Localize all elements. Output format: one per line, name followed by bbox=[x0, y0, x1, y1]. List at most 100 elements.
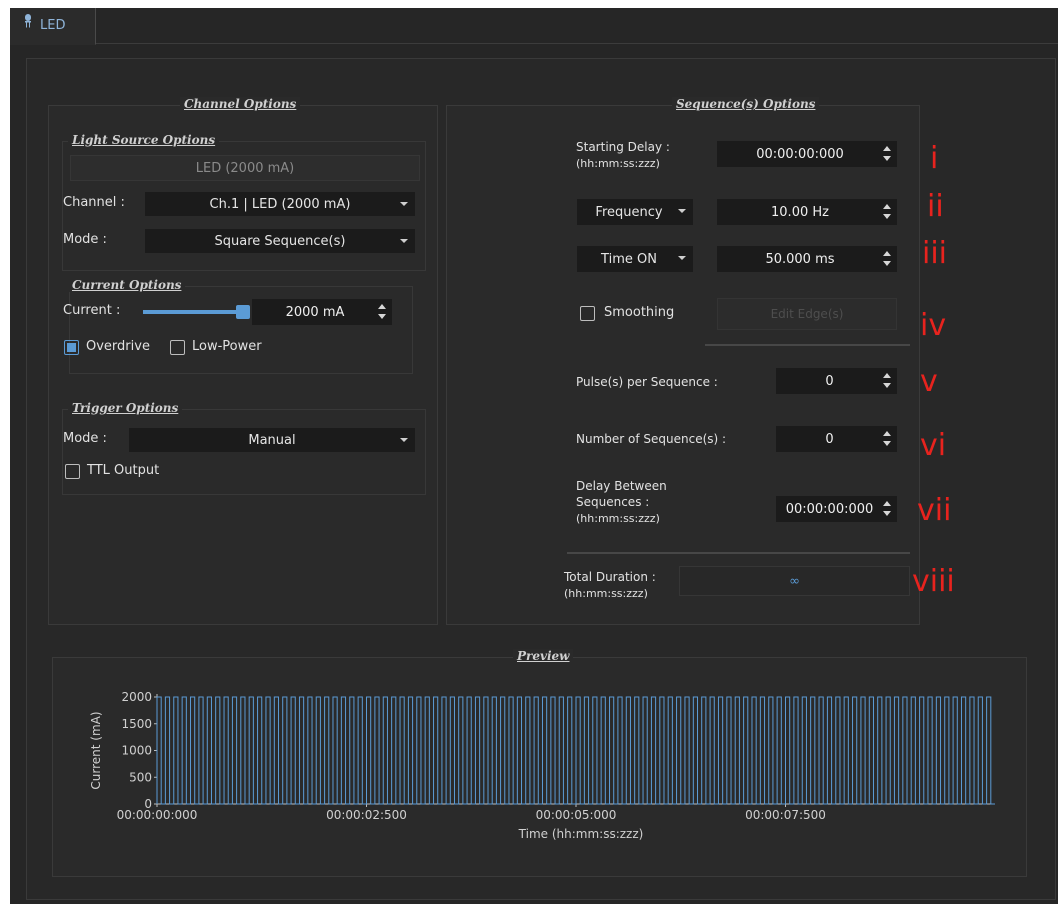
delay-between-label-line2: Sequences : bbox=[576, 495, 650, 509]
trigger-mode-select[interactable]: Manual bbox=[129, 428, 415, 452]
y-tick-label: 1500 bbox=[121, 717, 152, 731]
chevron-down-icon bbox=[400, 438, 408, 442]
sequence-options-title: Sequence(s) Options bbox=[672, 97, 820, 111]
x-axis-label: Time (hh:mm:ss:zzz) bbox=[518, 827, 644, 841]
spin-arrows-icon[interactable] bbox=[883, 204, 891, 220]
mode-select[interactable]: Square Sequence(s) bbox=[145, 229, 415, 253]
annotation-i: i bbox=[930, 141, 939, 176]
annotation-v: v bbox=[920, 364, 938, 399]
delay-between-spinbox[interactable]: 00:00:00:000 bbox=[776, 496, 897, 522]
total-duration-label: Total Duration : bbox=[564, 570, 656, 584]
starting-delay-label: Starting Delay : bbox=[576, 140, 670, 154]
chevron-down-icon bbox=[678, 209, 686, 213]
light-source-options-title: Light Source Options bbox=[68, 133, 220, 147]
delay-between-label-line1: Delay Between bbox=[576, 479, 667, 493]
ttl-output-label: TTL Output bbox=[87, 463, 160, 478]
annotation-ii: ii bbox=[927, 189, 944, 224]
trigger-options-group: Trigger Options Mode : Manual TTL Output bbox=[62, 401, 426, 495]
x-tick-label: 00:00:00:000 bbox=[117, 808, 198, 822]
current-slider-fill bbox=[143, 310, 243, 314]
spin-arrows-icon[interactable] bbox=[883, 373, 891, 389]
overdrive-label: Overdrive bbox=[86, 339, 150, 354]
smoothing-checkbox[interactable] bbox=[580, 306, 595, 321]
channel-options-group: Channel Options Light Source Options LED… bbox=[48, 97, 438, 625]
frequency-spinbox[interactable]: 10.00 Hz bbox=[717, 199, 897, 225]
trigger-mode-label: Mode : bbox=[63, 431, 107, 446]
main-frame: Channel Options Light Source Options LED… bbox=[26, 58, 1056, 900]
number-of-sequences-label: Number of Sequence(s) : bbox=[576, 432, 727, 446]
number-of-sequences-value: 0 bbox=[825, 431, 834, 447]
channel-select-value: Ch.1 | LED (2000 mA) bbox=[209, 196, 351, 212]
starting-delay-unit: (hh:mm:ss:zzz) bbox=[576, 157, 660, 170]
x-tick-label: 00:00:05:000 bbox=[536, 808, 617, 822]
light-source-options-group: Light Source Options LED (2000 mA) Chann… bbox=[62, 133, 426, 271]
pulses-per-sequence-value: 0 bbox=[825, 373, 834, 389]
preview-group: Preview 0 500 1000 1500 2000 00:00:00:000 00:0… bbox=[52, 649, 1027, 877]
separator bbox=[567, 552, 910, 554]
spin-arrows-icon[interactable] bbox=[883, 251, 891, 267]
spin-arrows-icon[interactable] bbox=[883, 431, 891, 447]
y-tick-label: 1000 bbox=[121, 744, 152, 758]
current-spinbox[interactable]: 2000 mA bbox=[252, 299, 392, 325]
time-on-mode-select[interactable]: Time ON bbox=[577, 246, 693, 272]
sequence-options-group: Sequence(s) Options Starting Delay : (hh… bbox=[446, 97, 920, 625]
x-tick-label: 00:00:02:500 bbox=[326, 808, 407, 822]
time-on-mode-value: Time ON bbox=[601, 251, 657, 267]
pulses-per-sequence-label: Pulse(s) per Sequence : bbox=[576, 375, 718, 389]
delay-between-unit: (hh:mm:ss:zzz) bbox=[576, 512, 660, 525]
channel-options-title: Channel Options bbox=[180, 97, 301, 111]
time-on-spinbox[interactable]: 50.000 ms bbox=[717, 246, 897, 272]
spin-arrows-icon[interactable] bbox=[883, 146, 891, 162]
y-tick-label: 500 bbox=[129, 770, 152, 784]
overdrive-checkbox[interactable] bbox=[64, 340, 79, 355]
y-axis-label: Current (mA) bbox=[89, 711, 103, 789]
edit-edges-button[interactable]: Edit Edge(s) bbox=[717, 298, 897, 330]
frequency-value: 10.00 Hz bbox=[771, 204, 829, 220]
chevron-down-icon bbox=[400, 239, 408, 243]
starting-delay-value: 00:00:00:000 bbox=[756, 146, 844, 162]
mode-select-value: Square Sequence(s) bbox=[214, 233, 346, 249]
low-power-label: Low-Power bbox=[192, 339, 262, 354]
annotation-iii: iii bbox=[922, 236, 948, 271]
trigger-mode-value: Manual bbox=[248, 432, 296, 448]
pulses-per-sequence-spinbox[interactable]: 0 bbox=[776, 368, 897, 394]
mode-label: Mode : bbox=[63, 232, 107, 247]
number-of-sequences-spinbox[interactable]: 0 bbox=[776, 426, 897, 452]
chevron-down-icon bbox=[678, 256, 686, 260]
pulse-series-line bbox=[156, 696, 995, 805]
channel-label: Channel : bbox=[63, 195, 125, 210]
annotation-viii: viii bbox=[912, 564, 955, 599]
total-duration-field: ∞ bbox=[679, 566, 910, 596]
preview-chart: 050010001500200000:00:00:000 00:00:02:500… bbox=[89, 690, 995, 841]
ttl-output-checkbox[interactable] bbox=[65, 464, 80, 479]
led-window: LED Channel Options Light Source Options… bbox=[10, 8, 1058, 904]
x-tick-label: 00:00:07:500 bbox=[745, 808, 826, 822]
current-options-group: Current Options Current : 2000 mA Overdr… bbox=[63, 278, 413, 374]
led-icon bbox=[25, 14, 31, 28]
tab-led[interactable]: LED bbox=[10, 8, 96, 45]
annotation-vii: vii bbox=[917, 493, 952, 528]
tab-led-label: LED bbox=[40, 18, 66, 33]
time-on-value: 50.000 ms bbox=[765, 251, 835, 267]
frequency-mode-select[interactable]: Frequency bbox=[577, 199, 693, 225]
trigger-options-title: Trigger Options bbox=[68, 401, 183, 415]
current-options-title: Current Options bbox=[68, 278, 186, 292]
current-value: 2000 mA bbox=[285, 304, 345, 320]
low-power-checkbox[interactable] bbox=[170, 340, 185, 355]
current-slider-handle[interactable] bbox=[236, 305, 250, 319]
y-tick-label: 2000 bbox=[121, 690, 152, 704]
total-duration-unit: (hh:mm:ss:zzz) bbox=[564, 587, 648, 600]
current-label: Current : bbox=[63, 303, 121, 318]
delay-between-value: 00:00:00:000 bbox=[785, 501, 874, 517]
spin-arrows-icon[interactable] bbox=[883, 501, 891, 517]
starting-delay-spinbox[interactable]: 00:00:00:000 bbox=[717, 141, 897, 167]
annotation-vi: vi bbox=[920, 428, 947, 463]
annotation-iv: iv bbox=[920, 308, 947, 343]
tab-bar: LED bbox=[10, 8, 1058, 45]
channel-select[interactable]: Ch.1 | LED (2000 mA) bbox=[145, 192, 415, 216]
smoothing-label: Smoothing bbox=[604, 305, 675, 320]
device-name-field: LED (2000 mA) bbox=[70, 155, 420, 181]
frequency-mode-value: Frequency bbox=[595, 204, 663, 220]
chevron-down-icon bbox=[400, 202, 408, 206]
spin-arrows-icon[interactable] bbox=[378, 304, 386, 320]
